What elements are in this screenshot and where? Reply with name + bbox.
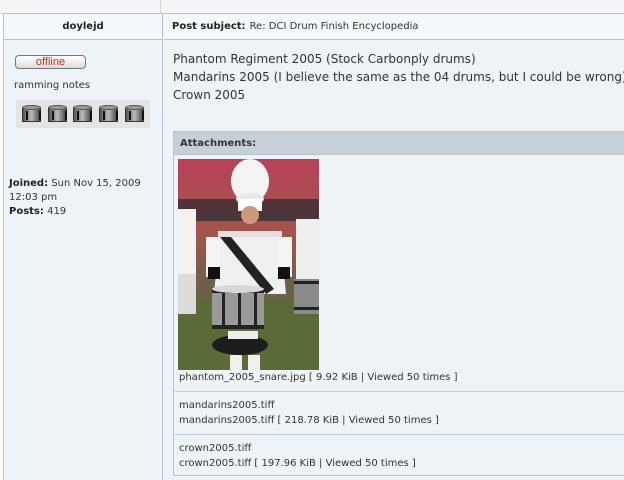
top-divider (0, 0, 624, 14)
post-subject-label: Post subject: (172, 21, 246, 32)
post-author[interactable]: doylejd (4, 14, 163, 40)
joined-time: 12:03 pm (9, 192, 58, 203)
attachment-filename-crown[interactable]: crown2005.tiff (174, 441, 624, 456)
post-body-line: Crown 2005 (173, 88, 246, 102)
post-body: Phantom Regiment 2005 (Stock Carbonply d… (173, 50, 624, 104)
post-body-line: Phantom Regiment 2005 (Stock Carbonply d… (173, 52, 476, 66)
posts-count: 419 (47, 206, 67, 217)
drum-rank-icon (47, 104, 68, 124)
drum-rank-icon (124, 104, 145, 124)
joined-label: Joined: (9, 178, 49, 189)
attachment-caption-mandarins[interactable]: mandarins2005.tiff [ 218.78 KiB | Viewed… (174, 413, 624, 428)
post-subject: Re: DCI Drum Finish Encyclopedia (249, 21, 419, 32)
drum-rank-icon (72, 104, 93, 124)
attachment-crown: crown2005.tiff crown2005.tiff [ 197.96 K… (174, 434, 624, 475)
post-body-line: Mandarins 2005 (I believe the same as th… (173, 70, 624, 84)
drum-rank-icon (21, 104, 42, 124)
offline-status-button[interactable]: offline (15, 55, 86, 69)
profile-meta: Joined: Sun Nov 15, 2009 12:03 pm Posts:… (9, 177, 141, 219)
author-profile: offline ramming notes Joined: Sun Nov 15… (4, 40, 163, 480)
attachments-box: Attachments: phantom_2005_snare.jpg [9.… (173, 131, 624, 476)
posts-label: Posts: (9, 206, 44, 217)
drum-rank-icon (98, 104, 119, 124)
attachment-caption-phantom[interactable]: phantom_2005_snare.jpg [ 9.92 KiB | View… (174, 370, 624, 385)
post-subject-bar: Post subject: Re: DCI Drum Finish Encycl… (164, 14, 624, 40)
attachment-image-phantom-snare[interactable] (178, 159, 319, 370)
attachment-mandarins: mandarins2005.tiff mandarins2005.tiff [ … (174, 391, 624, 428)
joined-date: Sun Nov 15, 2009 (51, 178, 141, 189)
attachments-header: Attachments: (174, 132, 624, 155)
forum-post: doylejd Post subject: Re: DCI Drum Finis… (3, 13, 624, 480)
rank-images (16, 100, 150, 128)
rank-title: ramming notes (14, 80, 91, 91)
attachment-caption-crown[interactable]: crown2005.tiff [ 197.96 KiB | Viewed 50 … (174, 456, 624, 471)
attachment-filename-mandarins[interactable]: mandarins2005.tiff (174, 398, 624, 413)
post-content: Phantom Regiment 2005 (Stock Carbonply d… (164, 40, 624, 480)
